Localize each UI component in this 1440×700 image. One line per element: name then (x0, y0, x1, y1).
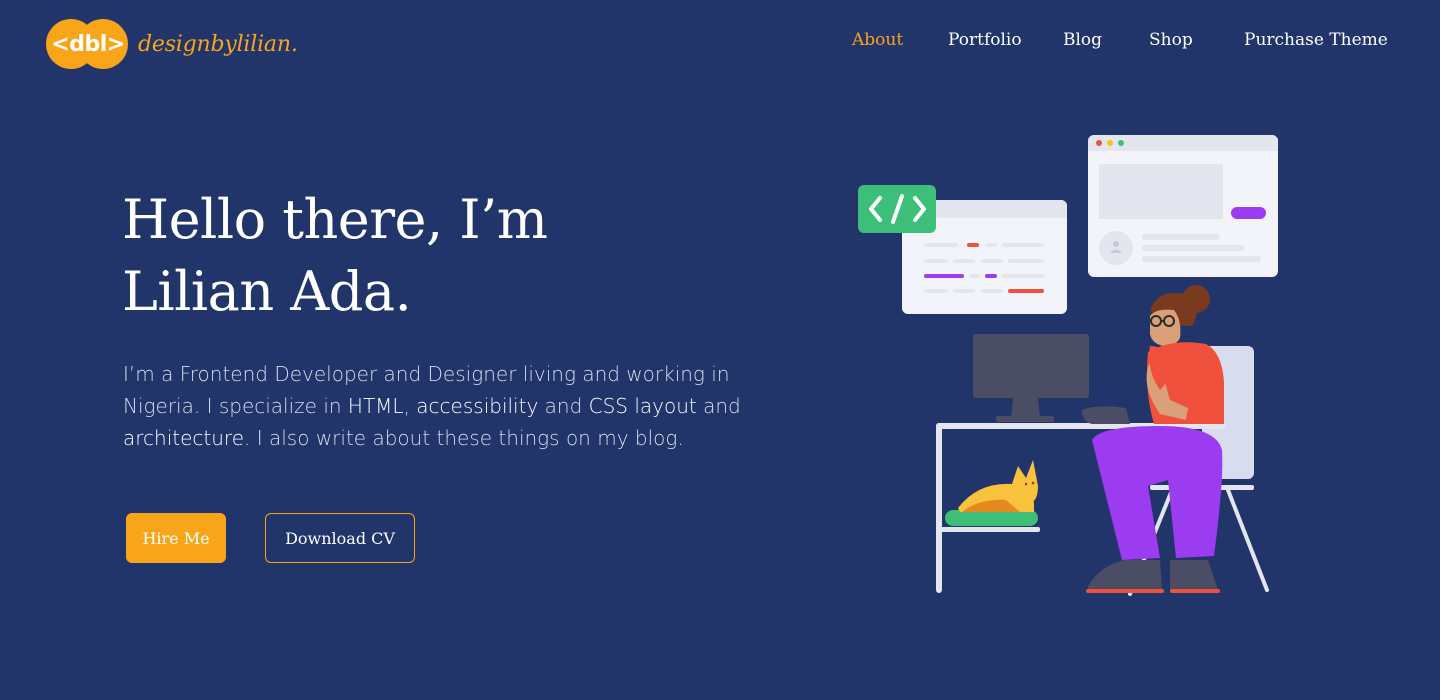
hero-bio: I’m a Frontend Developer and Designer li… (123, 358, 763, 454)
bio-text: . I also write about these things on my … (244, 426, 684, 450)
download-cv-button[interactable]: Download CV (265, 513, 415, 563)
code-icon (858, 185, 936, 233)
nav-item-portfolio[interactable]: Portfolio (948, 28, 1022, 52)
person (1082, 285, 1224, 593)
bio-text: and (696, 394, 741, 418)
bio-highlight-css-layout: CSS layout (588, 394, 697, 418)
monitor (973, 334, 1089, 422)
hero-headline: Hello there, I’m Lilian Ada. (122, 184, 548, 328)
hero-headline-line1: Hello there, I’m (122, 188, 548, 251)
cat (945, 460, 1038, 526)
nav-item-blog[interactable]: Blog (1063, 28, 1102, 52)
bio-text: , (403, 394, 417, 418)
bio-highlight-html: HTML (347, 394, 404, 418)
hero-illustration (858, 135, 1278, 596)
hire-me-button[interactable]: Hire Me (126, 513, 226, 563)
nav-item-shop[interactable]: Shop (1149, 28, 1193, 52)
bio-text: and (538, 394, 589, 418)
nav-item-about[interactable]: About (852, 28, 903, 52)
bio-highlight-accessibility: accessibility (416, 394, 539, 418)
bio-highlight-architecture: architecture (123, 426, 245, 450)
browser-window (1088, 135, 1278, 277)
nav-item-purchase-theme[interactable]: Purchase Theme (1244, 28, 1388, 52)
hero-headline-line2: Lilian Ada. (122, 260, 412, 323)
main-nav: About Portfolio Blog Shop Purchase Theme (0, 28, 1440, 54)
